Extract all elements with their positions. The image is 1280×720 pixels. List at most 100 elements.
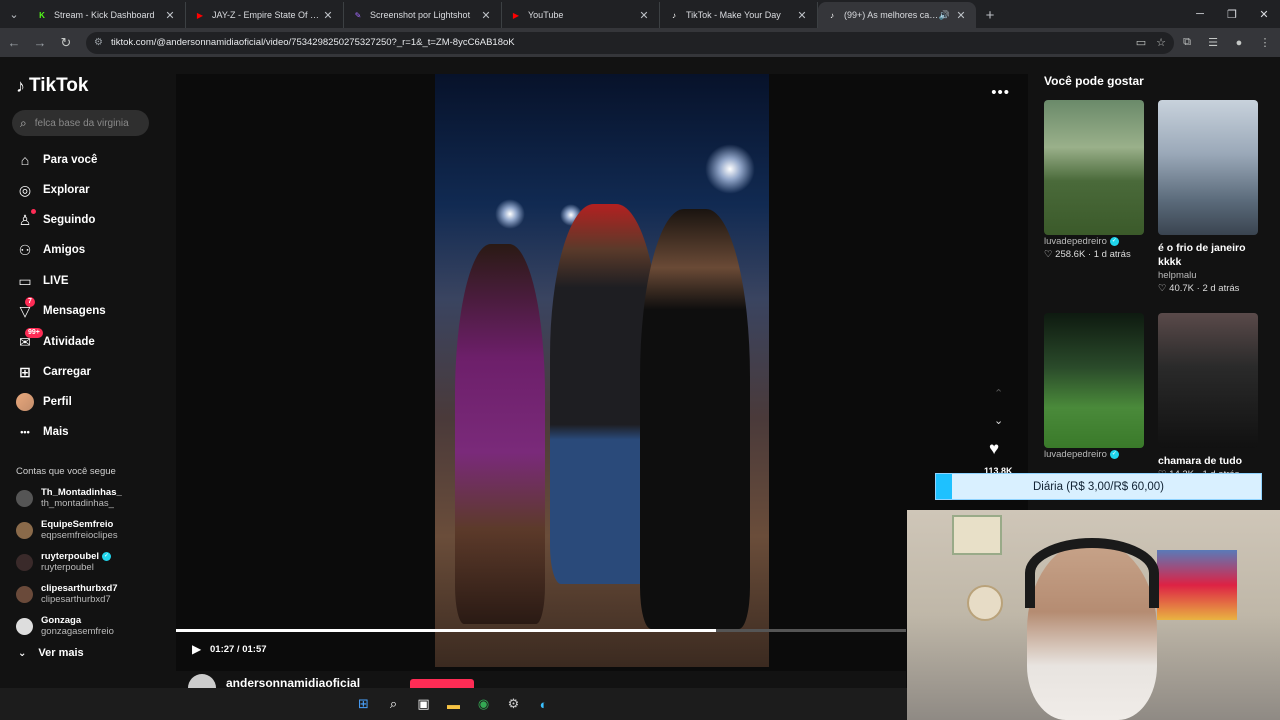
tab-favicon-icon: ▶ (512, 10, 520, 20)
task-view-icon[interactable]: ▣ (413, 693, 435, 715)
close-window-icon[interactable]: ✕ (1248, 0, 1280, 28)
recommended-video[interactable]: luvadepedreiro ✓ ♡ 258.6K · 1 d atrás (1044, 100, 1144, 262)
video-progress-bar[interactable] (176, 629, 906, 632)
following-account[interactable]: clipesarthurbxd7 clipesarthurbxd7 (16, 583, 118, 606)
video-author[interactable]: helpmalu (1158, 269, 1258, 282)
close-tab-icon[interactable]: ✕ (321, 9, 335, 22)
heart-outline-icon: ♡ (1158, 283, 1167, 294)
following-account[interactable]: EquipeSemfreio eqpsemfreioclipes (16, 519, 118, 542)
sidebar-item-home[interactable]: ⌂ Para você (16, 148, 98, 172)
next-video-icon[interactable]: ⌄ (994, 414, 1003, 427)
video-author[interactable]: luvadepedreiro ✓ (1044, 448, 1144, 461)
recommended-video[interactable]: é o frio de janeiro kkkk helpmalu ♡ 40.7K … (1158, 100, 1258, 296)
site-info-icon[interactable]: ⚙ (94, 37, 103, 48)
bookmark-star-icon[interactable]: ☆ (1156, 36, 1166, 49)
browser-menu-icon[interactable]: ⋮ (1252, 31, 1278, 55)
account-name-text: clipesarthurbxd7 (41, 583, 118, 594)
live-icon: ▭ (18, 272, 32, 289)
browser-toolbar: ← → ↻ ⚙ tiktok.com/@andersonnamidiaofici… (0, 28, 1280, 57)
browser-tab[interactable]: K Stream - Kick Dashboard ✕ (28, 2, 186, 28)
account-username: gonzagasemfreio (41, 626, 114, 637)
chevron-down-icon: ⌄ (18, 647, 27, 659)
search-box[interactable]: ⌕ (12, 110, 149, 136)
profile-icon[interactable]: ● (1226, 31, 1252, 55)
reload-icon[interactable]: ↻ (54, 31, 78, 55)
browser-tab[interactable]: ♪ TikTok - Make Your Day ✕ (660, 2, 818, 28)
sidebar-item-upload[interactable]: ⊞ Carregar (16, 360, 91, 384)
browser-tab[interactable]: ▶ JAY-Z - Empire State Of Mind ft.✕ (186, 2, 344, 28)
see-more-button[interactable]: ⌄ Ver mais (18, 647, 84, 659)
video-author[interactable]: luvadepedreiro ✓ (1044, 235, 1144, 248)
close-tab-icon[interactable]: ✕ (954, 9, 968, 22)
chrome-icon[interactable]: ◉ (473, 693, 495, 715)
extensions-icon[interactable]: ⧉ (1174, 31, 1200, 55)
tab-title: JAY-Z - Empire State Of Mind ft. (212, 10, 321, 20)
video-thumbnail[interactable] (1044, 313, 1144, 448)
recommended-video[interactable]: luvadepedreiro ✓ (1044, 313, 1144, 461)
author-bar: andersonnamidiaoficial (176, 671, 906, 702)
heart-outline-icon: ♡ (1044, 249, 1053, 260)
account-avatar (16, 554, 33, 571)
like-heart-icon[interactable]: ♥ (989, 439, 999, 459)
sidebar-item-messages[interactable]: ▽ 7 Mensagens (16, 297, 106, 323)
speaker-icon[interactable]: 🔊 (939, 10, 950, 21)
sidebar-item-profile[interactable]: Perfil (16, 390, 72, 414)
video-stats: ♡ 40.7K · 2 d atrás (1158, 283, 1240, 294)
edge-icon[interactable]: ◐ (533, 693, 555, 715)
following-account[interactable]: Gonzaga gonzagasemfreio (16, 615, 114, 638)
taskbar-search-icon[interactable]: ⌕ (383, 693, 405, 715)
sidebar-item-friends[interactable]: ⚇ Amigos (16, 238, 85, 262)
recommended-video[interactable]: chamara de tudo♡ 14.2K · 1 d atrás (1158, 313, 1258, 482)
url-text: tiktok.com/@andersonnamidiaoficial/video… (110, 37, 515, 48)
restore-icon[interactable]: ❐ (1216, 0, 1248, 28)
tab-search-icon[interactable]: ⌄ (0, 0, 28, 28)
address-bar[interactable]: ⚙ tiktok.com/@andersonnamidiaoficial/vid… (86, 31, 1174, 54)
video-thumbnail[interactable] (1158, 100, 1258, 235)
sidebar-item-more[interactable]: ••• Mais (16, 420, 68, 444)
tiktok-logo[interactable]: ♪ TikTok (16, 75, 88, 97)
sidebar-item-label: Atividade (43, 336, 95, 348)
windows-start-icon[interactable]: ⊞ (353, 693, 375, 715)
following-account[interactable]: ruyterpoubel ✓ ruyterpoubel (16, 551, 112, 574)
video-player[interactable]: ••• ⌃ ⌄ ♥ 113.8K ▶ 01:27 / 01:57 anderso… (176, 74, 1028, 702)
close-tab-icon[interactable]: ✕ (163, 9, 177, 22)
install-app-icon[interactable]: ▭ (1136, 36, 1146, 49)
minimize-icon[interactable]: ─ (1184, 0, 1216, 28)
reading-list-icon[interactable]: ☰ (1200, 31, 1226, 55)
close-tab-icon[interactable]: ✕ (479, 9, 493, 22)
search-input[interactable] (34, 117, 135, 129)
play-icon[interactable]: ▶ (192, 642, 201, 656)
more-options-icon[interactable]: ••• (991, 84, 1010, 101)
close-tab-icon[interactable]: ✕ (637, 9, 651, 22)
account-avatar (16, 586, 33, 603)
previous-video-icon[interactable]: ⌃ (994, 387, 1003, 400)
file-explorer-icon[interactable]: ▬ (443, 693, 465, 715)
account-name-text: EquipeSemfreio (41, 519, 114, 530)
sidebar-item-following[interactable]: ♙ Seguindo (16, 208, 95, 232)
browser-tab[interactable]: ♪ (99+) As melhores cantadas🔊 ✕ (818, 2, 976, 28)
notification-badge: 99+ (25, 328, 43, 338)
friends-icon: ⚇ (18, 241, 32, 258)
video-progress-fill (176, 629, 717, 632)
verified-icon: ✓ (1109, 450, 1119, 459)
profile-avatar (16, 393, 34, 411)
forward-icon[interactable]: → (28, 31, 52, 55)
video-frame[interactable] (435, 74, 769, 667)
close-tab-icon[interactable]: ✕ (795, 9, 809, 22)
sidebar-item-compass[interactable]: ◎ Explorar (16, 178, 90, 202)
video-thumbnail[interactable] (1044, 100, 1144, 235)
browser-tab[interactable]: ▶ YouTube ✕ (502, 2, 660, 28)
compass-icon: ◎ (18, 181, 32, 198)
app-icon[interactable]: ⚙ (503, 693, 525, 715)
new-tab-button[interactable]: + (976, 2, 1004, 28)
sidebar-item-label: Para você (43, 154, 98, 166)
tab-favicon-icon: ✎ (354, 10, 362, 20)
notification-badge: 7 (25, 297, 35, 307)
browser-tab[interactable]: ✎ Screenshot por Lightshot ✕ (344, 2, 502, 28)
video-thumbnail[interactable] (1158, 313, 1258, 448)
browser-tab-bar: ⌄ K Stream - Kick Dashboard ✕ ▶ JAY-Z - Empi… (0, 0, 1280, 28)
following-account[interactable]: Th_Montadinhas_ th_montadinhas_ (16, 487, 122, 510)
sidebar-item-activity[interactable]: ✉ 99+ Atividade (16, 328, 95, 354)
sidebar-item-live[interactable]: ▭ LIVE (16, 269, 68, 293)
back-icon[interactable]: ← (2, 31, 26, 55)
